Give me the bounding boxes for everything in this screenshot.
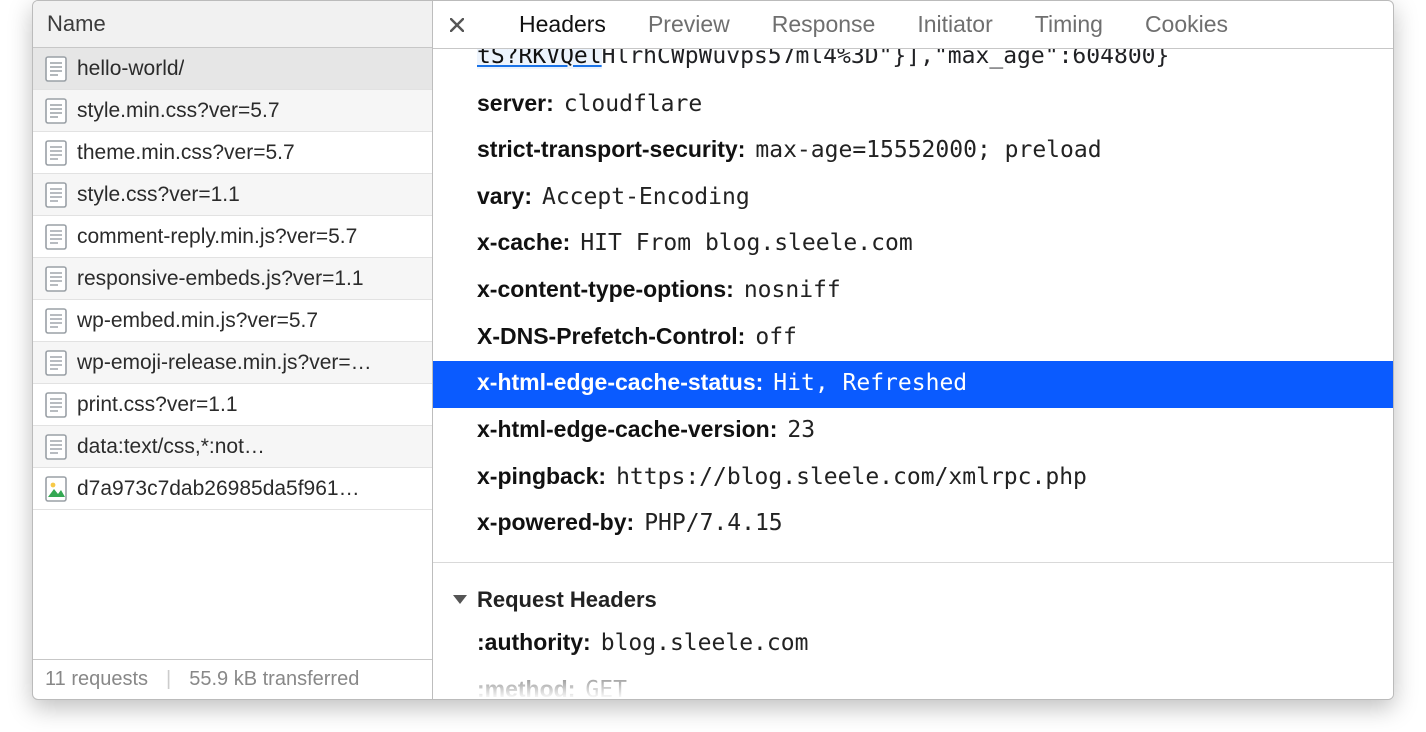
document-file-icon <box>45 266 67 292</box>
raw-header-fragment: tS?RKVQelHlrhCWpWuvps57ml4%3D"}],"max_ag… <box>433 49 1393 82</box>
header-value: off <box>755 324 797 350</box>
request-name: style.min.css?ver=5.7 <box>77 99 280 123</box>
response-header-row[interactable]: x-html-edge-cache-status: Hit, Refreshed <box>433 361 1393 408</box>
header-value: max-age=15552000; preload <box>755 137 1101 163</box>
header-value: blog.sleele.com <box>601 630 809 656</box>
status-transferred: 55.9 kB transferred <box>189 668 359 691</box>
request-row[interactable]: wp-embed.min.js?ver=5.7 <box>33 300 432 342</box>
request-row[interactable]: data:text/css,*:not… <box>33 426 432 468</box>
document-file-icon <box>45 308 67 334</box>
document-file-icon <box>45 434 67 460</box>
request-header-row[interactable]: :authority: blog.sleele.com <box>433 621 1393 668</box>
document-file-icon <box>45 350 67 376</box>
request-list-panel: Name hello-world/style.min.css?ver=5.7 th… <box>33 1 433 699</box>
request-name: wp-embed.min.js?ver=5.7 <box>77 309 318 333</box>
status-request-count: 11 requests <box>45 668 148 691</box>
header-value: https://blog.sleele.com/xmlrpc.php <box>616 464 1087 490</box>
header-value: 23 <box>787 417 815 443</box>
header-name: x-powered-by: <box>477 509 634 535</box>
request-row[interactable]: style.min.css?ver=5.7 <box>33 90 432 132</box>
header-value: Accept-Encoding <box>542 184 750 210</box>
header-name: X-DNS-Prefetch-Control: <box>477 323 745 349</box>
header-name: vary: <box>477 183 532 209</box>
column-header-name[interactable]: Name <box>33 1 432 48</box>
detail-tabs: Headers Preview Response Initiator Timing Coo… <box>433 1 1393 49</box>
response-header-row[interactable]: x-content-type-options: nosniff <box>433 268 1393 315</box>
response-header-row[interactable]: X-DNS-Prefetch-Control: off <box>433 315 1393 362</box>
devtools-network-panel: Name hello-world/style.min.css?ver=5.7 th… <box>32 0 1394 700</box>
tab-response[interactable]: Response <box>772 3 876 46</box>
request-row[interactable]: comment-reply.min.js?ver=5.7 <box>33 216 432 258</box>
header-value: nosniff <box>744 277 841 303</box>
header-name: x-cache: <box>477 229 570 255</box>
response-header-row[interactable]: vary: Accept-Encoding <box>433 175 1393 222</box>
document-file-icon <box>45 182 67 208</box>
header-name: x-html-edge-cache-status: <box>477 369 763 395</box>
header-value: HIT From blog.sleele.com <box>580 230 912 256</box>
header-name: server: <box>477 90 554 116</box>
section-title-text: Request Headers <box>477 587 657 613</box>
request-row[interactable]: style.css?ver=1.1 <box>33 174 432 216</box>
close-icon[interactable] <box>443 11 471 39</box>
tab-headers[interactable]: Headers <box>519 3 606 46</box>
header-name: :method: <box>477 676 575 699</box>
request-name: data:text/css,*:not… <box>77 435 265 459</box>
response-header-row[interactable]: x-powered-by: PHP/7.4.15 <box>433 501 1393 548</box>
header-name: x-content-type-options: <box>477 276 734 302</box>
response-header-row[interactable]: x-pingback: https://blog.sleele.com/xmlrp… <box>433 455 1393 502</box>
request-name: wp-emoji-release.min.js?ver=… <box>77 351 372 375</box>
document-file-icon <box>45 140 67 166</box>
tab-preview[interactable]: Preview <box>648 3 730 46</box>
request-name: theme.min.css?ver=5.7 <box>77 141 295 165</box>
section-request-headers[interactable]: Request Headers <box>433 563 1393 621</box>
request-name: print.css?ver=1.1 <box>77 393 238 417</box>
header-name: x-pingback: <box>477 463 606 489</box>
request-name: hello-world/ <box>77 57 184 81</box>
response-header-row[interactable]: server: cloudflare <box>433 82 1393 129</box>
request-list: hello-world/style.min.css?ver=5.7 theme.m… <box>33 48 432 659</box>
headers-content: tS?RKVQelHlrhCWpWuvps57ml4%3D"}],"max_ag… <box>433 49 1393 699</box>
request-name: d7a973c7dab26985da5f961… <box>77 477 360 501</box>
document-file-icon <box>45 392 67 418</box>
request-row[interactable]: d7a973c7dab26985da5f961… <box>33 468 432 510</box>
header-name: x-html-edge-cache-version: <box>477 416 777 442</box>
header-name: :authority: <box>477 629 591 655</box>
response-header-row[interactable]: strict-transport-security: max-age=155520… <box>433 128 1393 175</box>
header-value: GET <box>585 677 627 699</box>
tab-cookies[interactable]: Cookies <box>1145 3 1228 46</box>
header-name: strict-transport-security: <box>477 136 745 162</box>
header-value: PHP/7.4.15 <box>644 510 782 536</box>
tab-timing[interactable]: Timing <box>1035 3 1103 46</box>
divider: | <box>166 668 171 691</box>
tab-initiator[interactable]: Initiator <box>917 3 992 46</box>
request-row[interactable]: hello-world/ <box>33 48 432 90</box>
document-file-icon <box>45 224 67 250</box>
request-row[interactable]: responsive-embeds.js?ver=1.1 <box>33 258 432 300</box>
response-header-row[interactable]: x-html-edge-cache-version: 23 <box>433 408 1393 455</box>
request-row[interactable]: theme.min.css?ver=5.7 <box>33 132 432 174</box>
request-detail-panel: Headers Preview Response Initiator Timing Coo… <box>433 1 1393 699</box>
request-name: responsive-embeds.js?ver=1.1 <box>77 267 364 291</box>
request-name: style.css?ver=1.1 <box>77 183 240 207</box>
document-file-icon <box>45 98 67 124</box>
request-header-row[interactable]: :method: GET <box>433 668 1393 699</box>
status-bar: 11 requests | 55.9 kB transferred <box>33 659 432 699</box>
header-value: Hit, Refreshed <box>773 370 967 396</box>
header-value: cloudflare <box>564 91 702 117</box>
request-row[interactable]: print.css?ver=1.1 <box>33 384 432 426</box>
request-name: comment-reply.min.js?ver=5.7 <box>77 225 357 249</box>
document-file-icon <box>45 56 67 82</box>
chevron-down-icon <box>453 595 467 604</box>
response-header-row[interactable]: x-cache: HIT From blog.sleele.com <box>433 221 1393 268</box>
request-row[interactable]: wp-emoji-release.min.js?ver=… <box>33 342 432 384</box>
image-file-icon <box>45 476 67 502</box>
